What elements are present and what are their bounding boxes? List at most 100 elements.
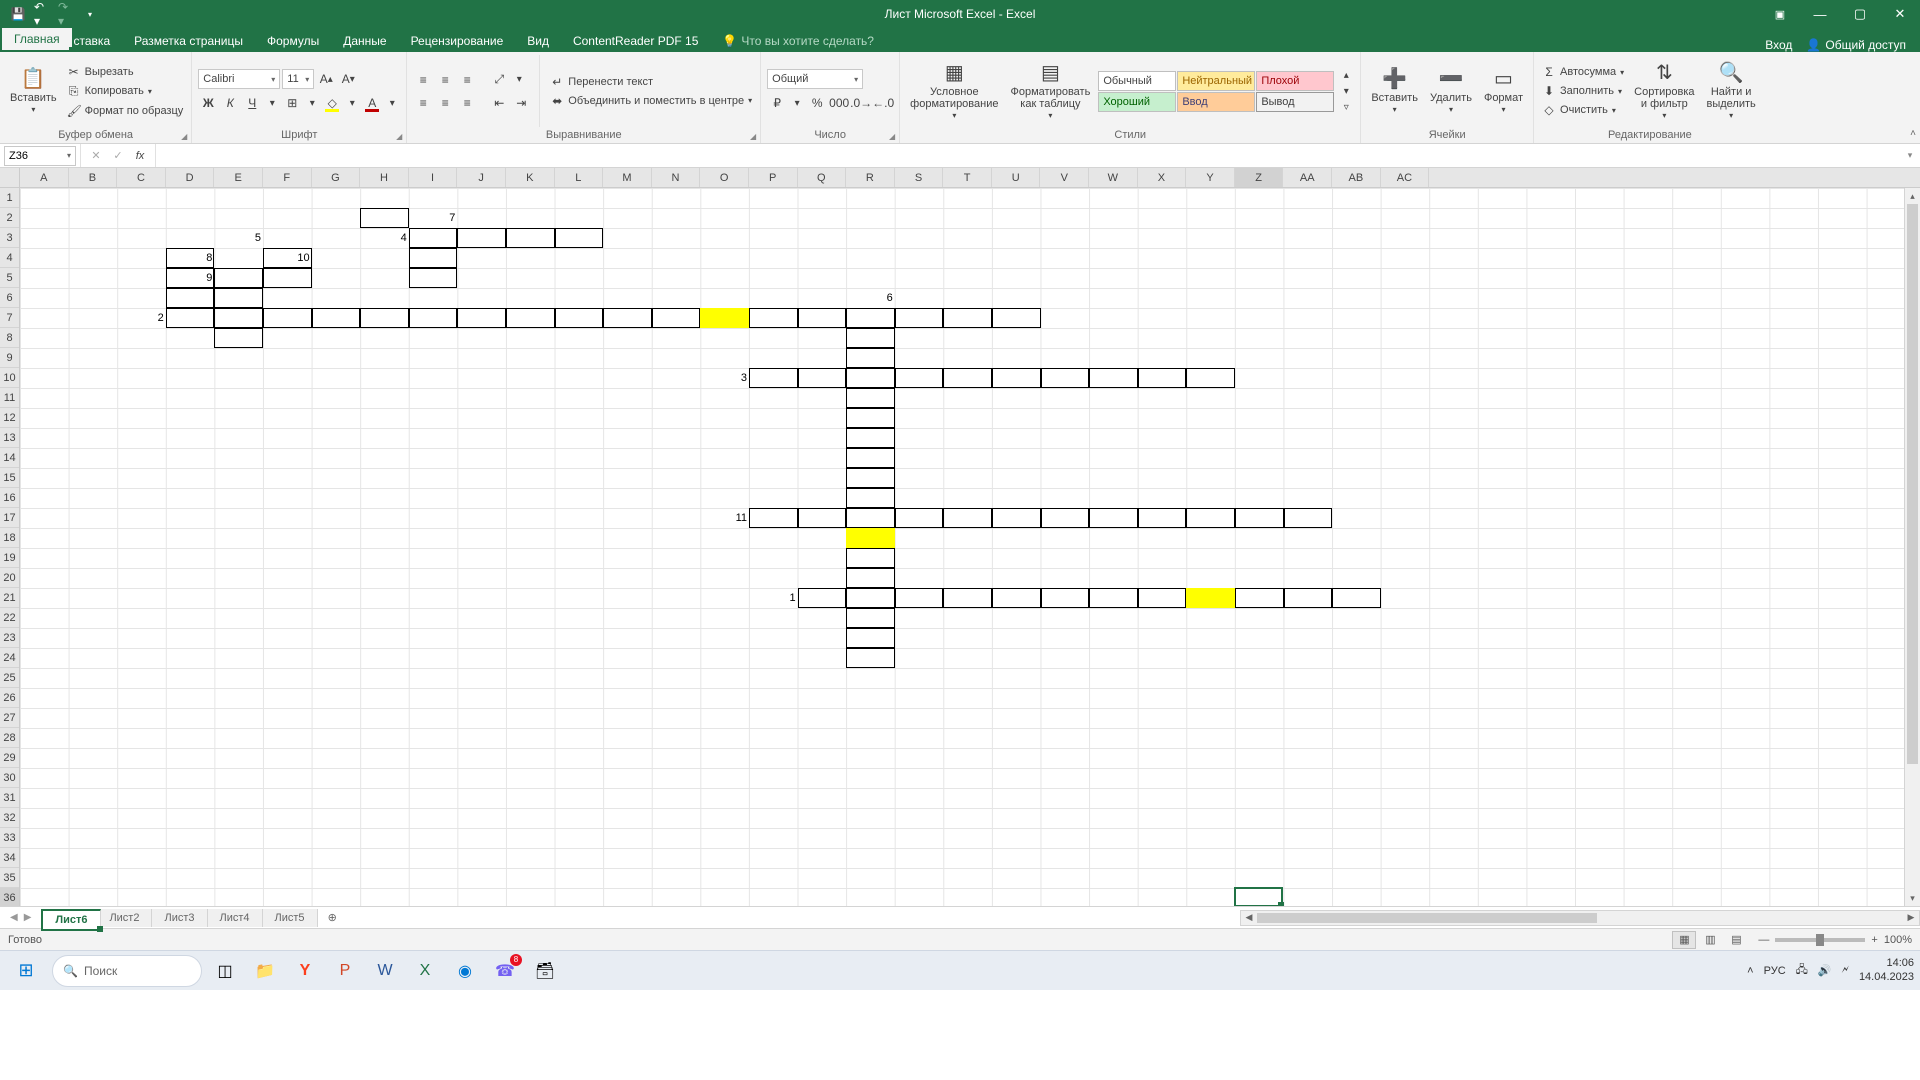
row-header[interactable]: 16 xyxy=(0,488,19,508)
column-header[interactable]: G xyxy=(312,168,361,187)
cut-button[interactable]: ✂Вырезать xyxy=(65,64,186,80)
row-header[interactable]: 28 xyxy=(0,728,19,748)
number-dialog-icon[interactable]: ◢ xyxy=(889,132,895,141)
border-button[interactable]: ⊞ xyxy=(282,93,302,113)
sheet-tab[interactable]: Лист1 xyxy=(41,909,97,927)
tab-layout[interactable]: Разметка страницы xyxy=(122,30,255,52)
row-header[interactable]: 12 xyxy=(0,408,19,428)
row-header[interactable]: 19 xyxy=(0,548,19,568)
volume-icon[interactable]: 🔊 xyxy=(1818,964,1832,977)
network-icon[interactable]: 🖧 xyxy=(1796,961,1808,980)
row-header[interactable]: 6 xyxy=(0,288,19,308)
column-header[interactable]: Z xyxy=(1235,168,1284,187)
tab-review[interactable]: Рецензирование xyxy=(399,30,516,52)
minimize-button[interactable]: — xyxy=(1800,0,1840,28)
align-bot-button[interactable]: ≡ xyxy=(457,70,477,90)
fx-icon[interactable]: fx xyxy=(131,150,149,162)
cell-value[interactable]: 9 xyxy=(166,268,215,288)
row-header[interactable]: 31 xyxy=(0,788,19,808)
style-up-button[interactable]: ▴ xyxy=(1338,67,1354,83)
sheet-tab[interactable]: Лист5 xyxy=(263,909,318,927)
tab-insert[interactable]: Вставка xyxy=(54,30,123,52)
align-top-button[interactable]: ≡ xyxy=(413,70,433,90)
style-bad[interactable]: Плохой xyxy=(1256,71,1334,91)
zoom-in-button[interactable]: + xyxy=(1871,934,1877,946)
row-header[interactable]: 36 xyxy=(0,888,19,906)
redo-icon[interactable]: ↷ ▾ xyxy=(58,6,74,22)
font-name-combo[interactable]: Calibri▾ xyxy=(198,69,280,89)
login-button[interactable]: Вход xyxy=(1765,38,1792,52)
scroll-right-icon[interactable]: ▶ xyxy=(1903,912,1919,923)
align-right-button[interactable]: ≡ xyxy=(457,93,477,113)
style-neutral[interactable]: Нейтральный xyxy=(1177,71,1255,91)
comma-button[interactable]: 000 xyxy=(829,93,849,113)
row-header[interactable]: 29 xyxy=(0,748,19,768)
column-header[interactable]: R xyxy=(846,168,895,187)
horizontal-scrollbar[interactable]: ◀ ▶ xyxy=(1240,910,1920,926)
autosum-button[interactable]: ΣАвтосумма ▾ xyxy=(1540,64,1626,80)
sheet-tab[interactable]: Лист4 xyxy=(208,909,263,927)
vertical-scrollbar[interactable]: ▴ ▾ xyxy=(1904,188,1920,906)
select-all-corner[interactable] xyxy=(0,168,20,187)
style-output[interactable]: Вывод xyxy=(1256,92,1334,112)
name-box[interactable]: Z36▾ xyxy=(4,146,76,166)
style-input[interactable]: Ввод xyxy=(1177,92,1255,112)
align-mid-button[interactable]: ≡ xyxy=(435,70,455,90)
powerpoint-icon[interactable]: P xyxy=(328,954,362,988)
fx-cancel-icon[interactable]: ✕ xyxy=(87,149,105,162)
cell-value[interactable]: 5 xyxy=(214,228,263,248)
cell-value[interactable]: 10 xyxy=(263,248,312,268)
grow-font-button[interactable]: A▴ xyxy=(316,69,336,89)
cell-value[interactable]: 1 xyxy=(749,588,798,608)
zoom-out-button[interactable]: — xyxy=(1758,934,1769,946)
view-layout-button[interactable]: ▥ xyxy=(1698,931,1722,949)
column-header[interactable]: M xyxy=(603,168,652,187)
tell-me[interactable]: 💡Что вы хотите сделать? xyxy=(710,30,886,52)
row-header[interactable]: 35 xyxy=(0,868,19,888)
row-header[interactable]: 14 xyxy=(0,448,19,468)
column-header[interactable]: L xyxy=(555,168,604,187)
column-header[interactable]: X xyxy=(1138,168,1187,187)
column-header[interactable]: N xyxy=(652,168,701,187)
row-header[interactable]: 20 xyxy=(0,568,19,588)
row-header[interactable]: 23 xyxy=(0,628,19,648)
format-cells-button[interactable]: ▭Формат▾ xyxy=(1480,55,1527,127)
zoom-slider[interactable] xyxy=(1775,938,1865,942)
column-header[interactable]: W xyxy=(1089,168,1138,187)
format-as-table-button[interactable]: ▤Форматировать как таблицу▾ xyxy=(1006,55,1094,127)
align-center-button[interactable]: ≡ xyxy=(435,93,455,113)
row-header[interactable]: 26 xyxy=(0,688,19,708)
column-header[interactable]: D xyxy=(166,168,215,187)
row-header[interactable]: 34 xyxy=(0,848,19,868)
zoom-level[interactable]: 100% xyxy=(1884,934,1912,946)
taskview-icon[interactable]: ◫ xyxy=(208,954,242,988)
column-header[interactable]: J xyxy=(457,168,506,187)
start-button[interactable]: ⊞ xyxy=(6,954,46,988)
row-header[interactable]: 1 xyxy=(0,188,19,208)
battery-icon[interactable]: 🗲 xyxy=(1842,964,1849,977)
orientation-button[interactable]: ⤢ xyxy=(489,70,509,90)
tab-formulas[interactable]: Формулы xyxy=(255,30,331,52)
column-header[interactable]: Q xyxy=(798,168,847,187)
row-header[interactable]: 22 xyxy=(0,608,19,628)
row-header[interactable]: 33 xyxy=(0,828,19,848)
share-button[interactable]: 👤Общий доступ xyxy=(1806,38,1906,52)
row-header[interactable]: 11 xyxy=(0,388,19,408)
cell-value[interactable]: 6 xyxy=(846,288,895,308)
row-header[interactable]: 9 xyxy=(0,348,19,368)
style-more-button[interactable]: ▿ xyxy=(1338,99,1354,115)
cell-value[interactable]: 2 xyxy=(117,308,166,328)
scroll-up-icon[interactable]: ▴ xyxy=(1905,188,1920,204)
row-header[interactable]: 18 xyxy=(0,528,19,548)
clear-button[interactable]: ◇Очистить ▾ xyxy=(1540,102,1626,118)
column-header[interactable]: AB xyxy=(1332,168,1381,187)
explorer-icon[interactable]: 📁 xyxy=(248,954,282,988)
column-header[interactable]: K xyxy=(506,168,555,187)
align-left-button[interactable]: ≡ xyxy=(413,93,433,113)
yandex-icon[interactable]: Y xyxy=(288,954,322,988)
add-sheet-button[interactable]: ⊕ xyxy=(318,911,347,924)
row-header[interactable]: 2 xyxy=(0,208,19,228)
row-header[interactable]: 13 xyxy=(0,428,19,448)
column-header[interactable]: T xyxy=(943,168,992,187)
scroll-left-icon[interactable]: ◀ xyxy=(1241,912,1257,923)
